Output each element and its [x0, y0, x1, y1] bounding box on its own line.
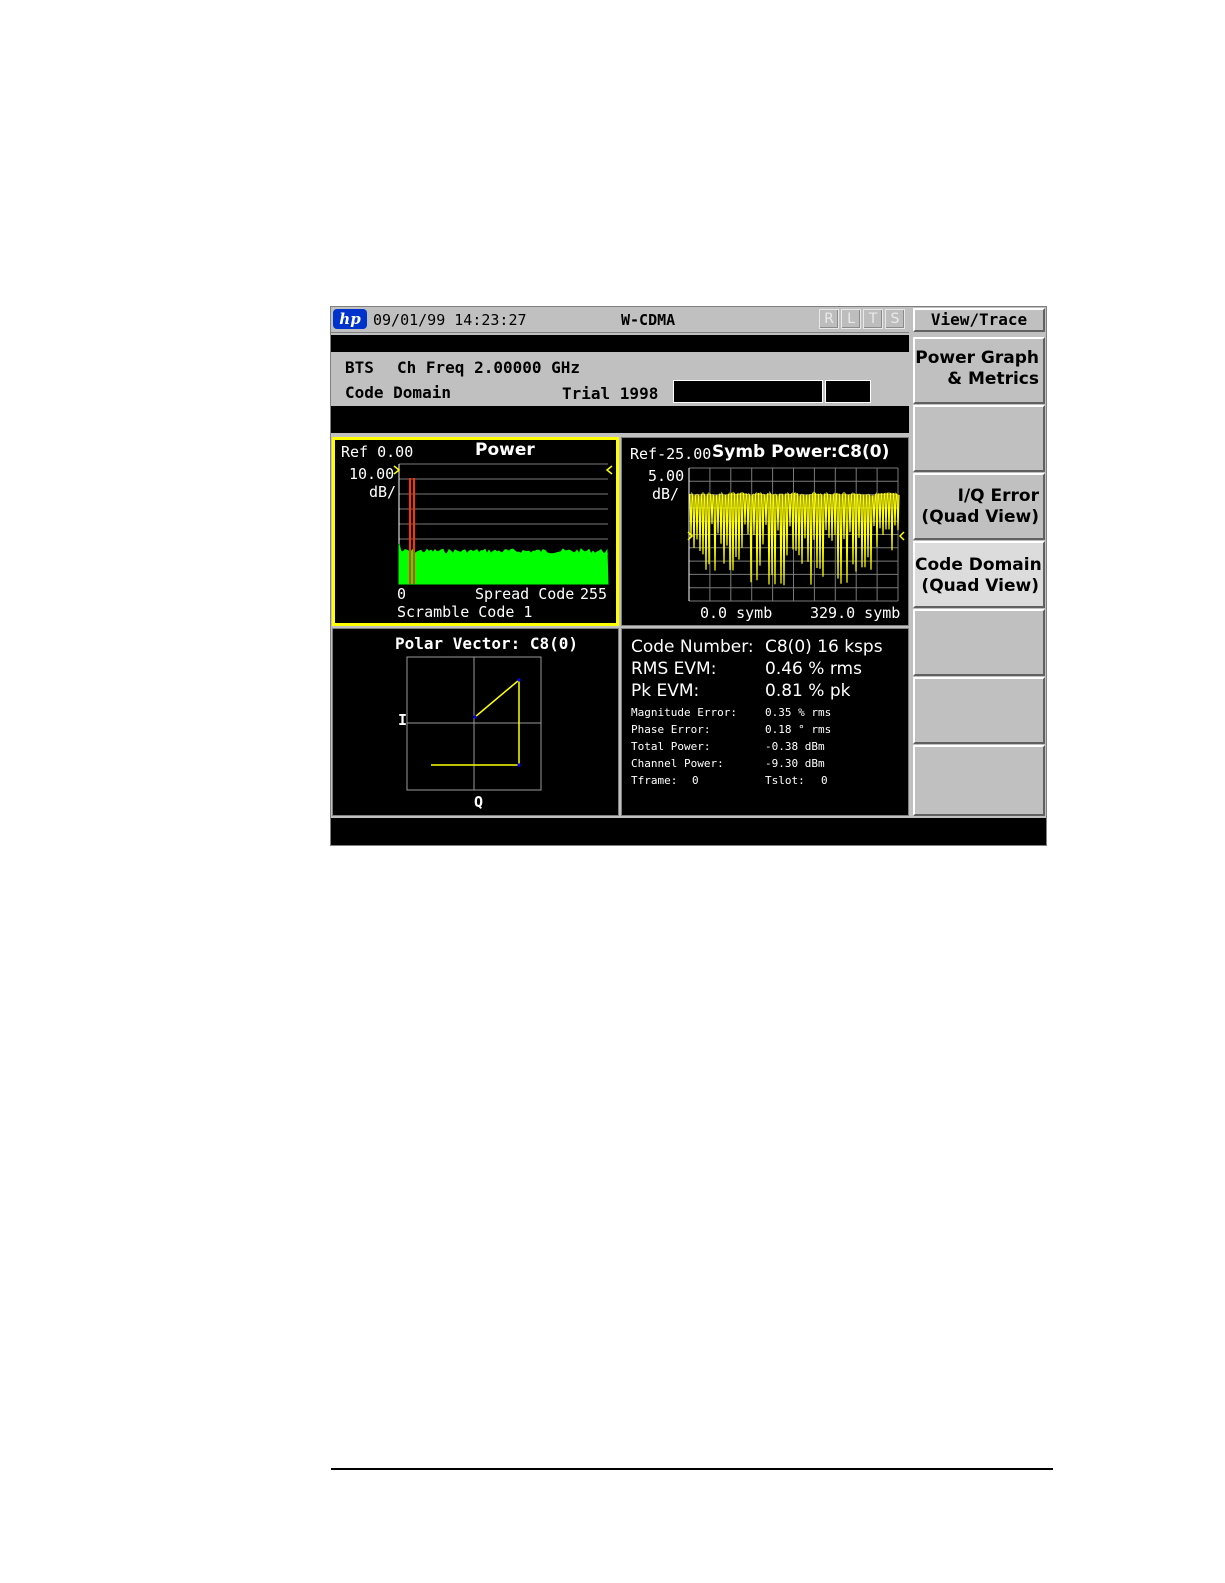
bottom-status-bar — [331, 818, 1046, 845]
symbol-scale-value: 5.00 — [648, 467, 685, 485]
metric-value-channel-power: -9.30 dBm — [765, 757, 825, 770]
status-indicators: R L T S — [819, 309, 905, 329]
softkey-6-blank[interactable] — [913, 677, 1045, 744]
tframe-label: Tframe: — [631, 774, 678, 787]
softkey-7-blank[interactable] — [913, 745, 1045, 816]
metric-value-rms-evm: 0.46 % rms — [765, 659, 862, 679]
softkey-4-line1: Code Domain — [915, 555, 1042, 575]
left-marker-icon — [393, 465, 401, 475]
softkey-code-domain-quad-view[interactable]: Code Domain (Quad View) — [913, 541, 1045, 608]
metric-value-code-number: C8(0) 16 ksps — [765, 637, 883, 657]
channel-frequency: Ch Freq 2.00000 GHz — [397, 358, 581, 377]
indicator-l: L — [841, 309, 861, 329]
power-marker-bar — [409, 478, 411, 584]
metric-label-total-power: Total Power: — [631, 740, 711, 753]
power-trace — [398, 543, 609, 585]
symbol-title: Symb Power:C8(0) — [712, 442, 890, 462]
scramble-code: Scramble Code 1 — [397, 603, 533, 621]
polar-i-label: I — [398, 711, 408, 729]
measurement-name: Code Domain — [345, 383, 451, 402]
power-x-label: Spread Code — [475, 585, 575, 603]
symbol-trace — [689, 490, 900, 586]
metric-label-channel-power: Channel Power: — [631, 757, 724, 770]
metric-value-pk-evm: 0.81 % pk — [765, 681, 851, 701]
symbol-scale-unit: dB/ — [652, 485, 680, 503]
metric-value-total-power: -0.38 dBm — [765, 740, 825, 753]
indicator-s: S — [885, 309, 905, 329]
softkey-3-line2: (Quad View) — [921, 507, 1039, 527]
tslot-value: 0 — [821, 774, 828, 787]
polar-q-label: Q — [474, 793, 484, 811]
power-graph-panel[interactable]: Ref 0.00 Power 10.00 dB/ 0 Spread Code 2… — [332, 437, 619, 626]
indicator-t: T — [863, 309, 883, 329]
tslot-label: Tslot: — [765, 774, 805, 787]
power-x-start: 0 — [397, 585, 407, 603]
metrics-panel: Code Number: C8(0) 16 ksps RMS EVM: 0.46… — [621, 628, 909, 816]
symbol-x-start: 0.0 symb — [700, 604, 773, 622]
polar-title: Polar Vector: C8(0) — [395, 634, 579, 653]
softkey-3-line1: I/Q Error — [957, 486, 1039, 506]
softkey-2-blank[interactable] — [913, 405, 1045, 472]
power-scale-value: 10.00 — [349, 465, 395, 483]
right-marker-icon — [605, 465, 613, 475]
symbol-right-marker-icon — [898, 531, 905, 541]
softkey-4-line2: (Quad View) — [921, 576, 1039, 596]
metric-value-phase-error: 0.18 ° rms — [765, 723, 832, 736]
power-scale-unit: dB/ — [369, 483, 397, 501]
softkey-1-line1: Power Graph — [915, 348, 1039, 368]
progress-box-small — [825, 380, 871, 403]
metric-label-code-number: Code Number: — [631, 637, 754, 657]
softkey-iq-error-quad-view[interactable]: I/Q Error (Quad View) — [913, 473, 1045, 540]
metric-value-magnitude-error: 0.35 % rms — [765, 706, 832, 719]
polar-point — [517, 678, 521, 682]
symbol-x-end: 329.0 symb — [810, 604, 901, 622]
page-footer-rule — [331, 1468, 1053, 1470]
metric-label-magnitude-error: Magnitude Error: — [631, 706, 737, 719]
polar-vector-graph — [406, 656, 542, 791]
status-bar — [331, 406, 909, 433]
metric-label-rms-evm: RMS EVM: — [631, 659, 717, 679]
progress-box — [673, 380, 823, 403]
polar-point — [517, 763, 521, 767]
message-bar — [331, 335, 909, 352]
mode-title: W-CDMA — [621, 311, 676, 329]
softkey-power-graph-metrics[interactable]: Power Graph & Metrics — [913, 337, 1045, 404]
analyzer-screen: hp 09/01/99 14:23:27 W-CDMA R L T S BTS … — [330, 306, 1047, 846]
softkey-5-blank[interactable] — [913, 609, 1045, 676]
metric-label-phase-error: Phase Error: — [631, 723, 711, 736]
tframe-value: 0 — [692, 774, 699, 787]
softkey-1-line2: & Metrics — [947, 369, 1039, 389]
symbol-power-panel[interactable]: Ref-25.00 Symb Power:C8(0) 5.00 dB/ 0.0 … — [621, 437, 909, 626]
indicator-r: R — [819, 309, 839, 329]
polar-vector-panel[interactable]: Polar Vector: C8(0) I Q — [332, 628, 619, 816]
title-bar: hp 09/01/99 14:23:27 W-CDMA R L T S — [331, 307, 909, 333]
trial-count: Trial 1998 — [562, 384, 659, 403]
menu-title: View/Trace — [913, 308, 1045, 332]
hp-logo: hp — [333, 309, 367, 329]
metric-label-pk-evm: Pk EVM: — [631, 681, 700, 701]
power-title: Power — [475, 440, 535, 460]
device-label: BTS — [345, 358, 374, 377]
symbol-ref: Ref-25.00 — [630, 445, 712, 463]
power-marker-bar-2 — [413, 478, 415, 584]
polar-point — [473, 715, 477, 719]
power-ref: Ref 0.00 — [341, 443, 414, 461]
date-time: 09/01/99 14:23:27 — [373, 311, 527, 329]
power-x-end: 255 — [580, 585, 608, 603]
